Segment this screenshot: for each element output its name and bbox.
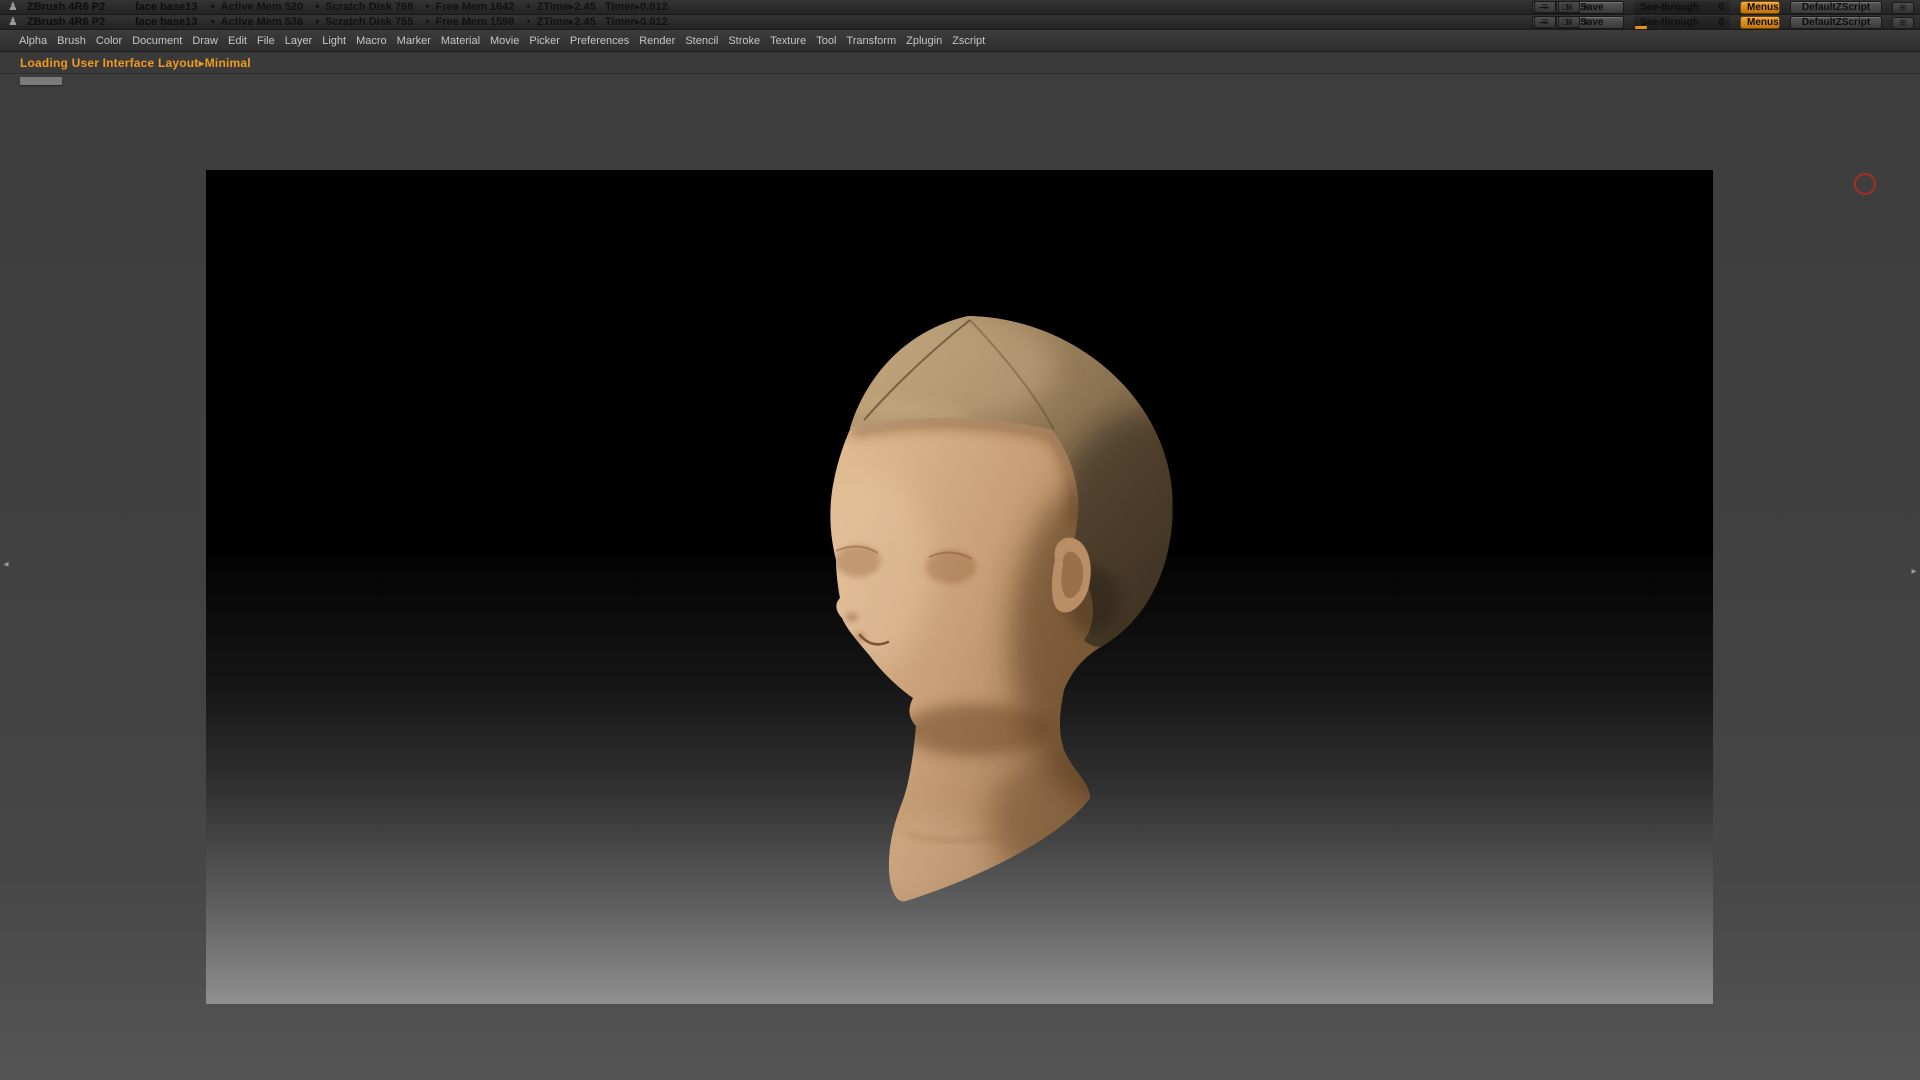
menu-item-light[interactable]: Light — [317, 30, 351, 52]
see-through-progress-notch — [1635, 26, 1647, 29]
menu-item-picker[interactable]: Picker — [524, 30, 565, 52]
grid-icon-button-1[interactable]: ⊞ — [1892, 2, 1914, 14]
window-controls-1: — □ × — [1536, 1, 1594, 14]
menu-item-stroke[interactable]: Stroke — [723, 30, 765, 52]
status-bar: Loading User Interface Layout▸Minimal — [0, 52, 1920, 74]
close-button-2[interactable]: × — [1578, 16, 1594, 29]
menu-item-brush[interactable]: Brush — [52, 30, 91, 52]
zbrush-logo-icon: ♟ — [8, 0, 18, 14]
document-title-2: face base13 — [135, 15, 197, 29]
menu-item-preferences[interactable]: Preferences — [565, 30, 634, 52]
app-title-1: ZBrush 4R6 P2 — [27, 0, 105, 14]
app-title-2: ZBrush 4R6 P2 — [27, 15, 105, 29]
grid-icon-button-2[interactable]: ⊞ — [1892, 17, 1914, 29]
right-tray-toggle[interactable]: ▸ — [1908, 564, 1920, 580]
workspace: ◂ ▸ — [0, 74, 1920, 1080]
zbrush-window: ♟ ZBrush 4R6 P2 face base13 • Active Mem… — [0, 0, 1920, 1080]
menu-item-edit[interactable]: Edit — [223, 30, 252, 52]
see-through-label-2: See-through — [1640, 16, 1699, 29]
left-tray-toggle[interactable]: ◂ — [0, 557, 12, 573]
title-bar-1: ♟ ZBrush 4R6 P2 face base13 • Active Mem… — [0, 0, 1920, 15]
memory-stats-1: • Active Mem 520 • Scratch Disk 768 • Fr… — [211, 0, 668, 14]
menu-item-material[interactable]: Material — [436, 30, 485, 52]
menu-item-tool[interactable]: Tool — [811, 30, 841, 52]
progress-bar — [20, 77, 62, 85]
see-through-label-1: See-through — [1640, 1, 1699, 14]
titlebar-controls-2: QuickSave See-through 0 Menus DefaultZSc… — [1532, 16, 1914, 29]
menus-button-2[interactable]: Menus — [1740, 16, 1780, 29]
memory-stats-2: • Active Mem 536 • Scratch Disk 755 • Fr… — [211, 15, 668, 29]
menu-item-render[interactable]: Render — [634, 30, 680, 52]
sculpted-head-model — [206, 170, 1713, 1004]
default-zscript-button-1[interactable]: DefaultZScript — [1790, 1, 1882, 14]
minimize-button-1[interactable]: — — [1536, 1, 1552, 14]
see-through-value-2: 0 — [1718, 16, 1724, 29]
menu-item-stencil[interactable]: Stencil — [680, 30, 723, 52]
document-title-1: face base13 — [135, 0, 197, 14]
menu-item-alpha[interactable]: Alpha — [14, 30, 52, 52]
menu-item-layer[interactable]: Layer — [280, 30, 318, 52]
see-through-value-1: 0 — [1718, 1, 1724, 14]
see-through-slider-2[interactable]: See-through 0 — [1634, 16, 1730, 29]
loading-status-text: Loading User Interface Layout▸Minimal — [20, 56, 251, 70]
maximize-button-2[interactable]: □ — [1557, 16, 1573, 29]
document-canvas[interactable] — [206, 170, 1713, 1004]
zbrush-logo-icon-2: ♟ — [8, 15, 18, 29]
title-bar-2: ♟ ZBrush 4R6 P2 face base13 • Active Mem… — [0, 15, 1920, 30]
menu-item-texture[interactable]: Texture — [765, 30, 811, 52]
window-controls-2: — □ × — [1536, 16, 1594, 29]
menu-item-movie[interactable]: Movie — [485, 30, 524, 52]
menu-item-macro[interactable]: Macro — [351, 30, 392, 52]
menu-item-draw[interactable]: Draw — [187, 30, 223, 52]
menu-item-zscript[interactable]: Zscript — [947, 30, 990, 52]
titlebar-controls-1: QuickSave See-through 0 Menus DefaultZSc… — [1532, 1, 1914, 14]
menu-bar: Alpha Brush Color Document Draw Edit Fil… — [0, 30, 1920, 52]
minimize-button-2[interactable]: — — [1536, 16, 1552, 29]
menus-button-1[interactable]: Menus — [1740, 1, 1780, 14]
maximize-button-1[interactable]: □ — [1557, 1, 1573, 14]
see-through-slider-1[interactable]: See-through 0 — [1634, 1, 1730, 14]
menu-item-document[interactable]: Document — [127, 30, 187, 52]
menu-item-transform[interactable]: Transform — [841, 30, 901, 52]
menu-item-zplugin[interactable]: Zplugin — [901, 30, 947, 52]
menu-item-color[interactable]: Color — [91, 30, 127, 52]
red-ring-indicator — [1854, 173, 1876, 195]
menu-item-file[interactable]: File — [252, 30, 280, 52]
close-button-1[interactable]: × — [1578, 1, 1594, 14]
default-zscript-button-2[interactable]: DefaultZScript — [1790, 16, 1882, 29]
menu-item-marker[interactable]: Marker — [392, 30, 436, 52]
